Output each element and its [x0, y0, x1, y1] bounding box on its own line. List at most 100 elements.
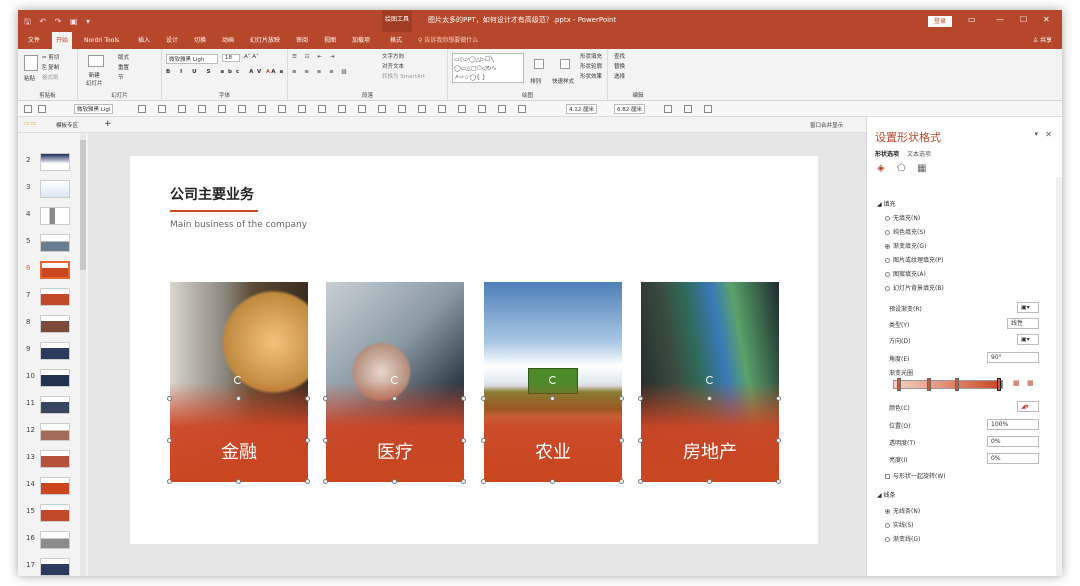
slide-thumb[interactable]: 3	[22, 180, 86, 204]
tab-format[interactable]: 格式	[386, 32, 406, 49]
resize-handle[interactable]	[776, 479, 781, 484]
tab-view[interactable]: 视图	[320, 32, 340, 49]
resize-handle[interactable]	[167, 479, 172, 484]
slide-thumb[interactable]: 7	[22, 288, 86, 312]
ribbon-display-icon[interactable]: ▭	[968, 15, 976, 24]
resize-handle[interactable]	[638, 396, 643, 401]
toolbar-icon[interactable]	[664, 105, 672, 113]
brightness-input[interactable]: 0%	[987, 453, 1039, 464]
slide-thumb[interactable]: 9	[22, 342, 86, 366]
gradient-stops-bar[interactable]	[893, 380, 1003, 389]
shape-fill-button[interactable]: 形状填充	[580, 52, 602, 60]
fill-none-radio[interactable]: 无填充(N)	[885, 213, 920, 222]
resize-handle[interactable]	[323, 438, 328, 443]
resize-handle[interactable]	[167, 396, 172, 401]
quick-styles-icon[interactable]	[560, 59, 570, 69]
resize-handle[interactable]	[305, 479, 310, 484]
resize-handle[interactable]	[550, 479, 555, 484]
slide-thumb[interactable]: 16	[22, 531, 86, 555]
resize-handle[interactable]	[167, 438, 172, 443]
resize-handle[interactable]	[707, 479, 712, 484]
merge-window-button[interactable]: 窗口合并显示	[810, 121, 843, 129]
tab-design[interactable]: 设计	[162, 32, 182, 49]
toolbar-icon[interactable]	[218, 105, 226, 113]
reset-button[interactable]: 重置	[118, 63, 129, 71]
font-name-box[interactable]: 微软雅黑 Ligh	[166, 54, 218, 64]
fill-solid-radio[interactable]: 纯色填充(S)	[885, 227, 926, 236]
resize-handle[interactable]	[619, 396, 624, 401]
smartart-button[interactable]: 转换为 SmartArt	[382, 72, 425, 80]
quick-access-toolbar[interactable]: 🖫 ↶ ↷ ▣ ▾	[24, 16, 93, 30]
new-slide-icon[interactable]	[88, 55, 104, 67]
find-button[interactable]: 查找	[614, 52, 625, 60]
rotate-handle-icon[interactable]	[549, 376, 557, 384]
slide-thumb[interactable]: 2	[22, 153, 86, 177]
maximize-icon[interactable]: ☐	[1020, 15, 1027, 24]
slide-thumb[interactable]: 17	[22, 558, 86, 576]
slide-thumb[interactable]: 5	[22, 234, 86, 258]
toolbar-icon[interactable]	[258, 105, 266, 113]
fill-section-header[interactable]: ◢ 填充	[877, 199, 896, 208]
slide-thumb[interactable]: 15	[22, 504, 86, 528]
toolbar-icon[interactable]	[684, 105, 692, 113]
tab-review[interactable]: 审阅	[292, 32, 312, 49]
resize-handle[interactable]	[392, 479, 397, 484]
toolbar-icon[interactable]	[498, 105, 506, 113]
tab-animations[interactable]: 动画	[218, 32, 238, 49]
tab-home[interactable]: 开始	[52, 32, 73, 49]
tab-file[interactable]: 文件	[24, 32, 44, 49]
resize-handle[interactable]	[461, 396, 466, 401]
format-painter-button[interactable]: 格式刷	[42, 73, 59, 81]
grow-font-icon[interactable]: A˄ A˅	[244, 54, 259, 60]
resize-handle[interactable]	[638, 438, 643, 443]
toolbar-icon[interactable]	[518, 105, 526, 113]
add-stop-icon[interactable]: ▦	[1013, 379, 1020, 387]
gradient-stop-handle[interactable]	[997, 378, 1001, 391]
resize-handle[interactable]	[619, 438, 624, 443]
thumbnail-scroll-thumb[interactable]	[80, 140, 86, 270]
resize-handle[interactable]	[550, 396, 555, 401]
toolbar-icon[interactable]	[378, 105, 386, 113]
resize-handle[interactable]	[323, 396, 328, 401]
size-properties-icon[interactable]: ▦	[917, 163, 926, 174]
line-gradient-radio[interactable]: 渐变线(G)	[885, 534, 920, 543]
toolbar-icon[interactable]	[478, 105, 486, 113]
font-color-icon[interactable]: A	[266, 69, 270, 75]
line-none-radio[interactable]: 无线条(N)	[885, 506, 920, 515]
slide-thumb[interactable]: 13	[22, 450, 86, 474]
resize-handle[interactable]	[236, 479, 241, 484]
resize-handle[interactable]	[481, 438, 486, 443]
text-direction-button[interactable]: 文字方向	[382, 52, 404, 60]
slide-thumb[interactable]: 10	[22, 369, 86, 393]
arrange-button[interactable]: 排列	[530, 77, 541, 85]
toolbar-icon[interactable]	[704, 105, 712, 113]
toolbar-icon[interactable]	[418, 105, 426, 113]
position-input[interactable]: 100%	[987, 419, 1039, 430]
line-section-header[interactable]: ◢ 线条	[877, 490, 896, 499]
pane-close-icon[interactable]: ✕	[1045, 130, 1052, 139]
gradient-stop-handle[interactable]	[955, 378, 959, 391]
toolbar-icon[interactable]	[178, 105, 186, 113]
toolbar-icon[interactable]	[298, 105, 306, 113]
tell-me-search[interactable]: ⚲ 告诉我你想要做什么	[418, 32, 478, 49]
gradient-stop-handle[interactable]	[927, 378, 931, 391]
gradient-stop-handle[interactable]	[897, 378, 901, 391]
rotate-handle-icon[interactable]	[706, 376, 714, 384]
slide-thumb[interactable]: 14	[22, 477, 86, 501]
resize-handle[interactable]	[305, 396, 310, 401]
tab-addins[interactable]: 加载项	[348, 32, 374, 49]
resize-handle[interactable]	[638, 479, 643, 484]
resize-handle[interactable]	[481, 479, 486, 484]
resize-handle[interactable]	[323, 479, 328, 484]
line-solid-radio[interactable]: 实线(S)	[885, 520, 914, 529]
shape-width-box[interactable]: 4.12 厘米	[566, 104, 597, 114]
fill-line-icon[interactable]: ◈	[877, 163, 885, 174]
resize-handle[interactable]	[392, 396, 397, 401]
resize-handle[interactable]	[305, 438, 310, 443]
new-slide-button[interactable]: 新建 幻灯片	[86, 71, 103, 87]
slide-subtitle[interactable]: Main business of the company	[170, 220, 307, 230]
tab-text-options[interactable]: 文本选项	[907, 151, 931, 158]
type-dropdown[interactable]: 线性	[1007, 318, 1039, 329]
toolbar-icon[interactable]	[318, 105, 326, 113]
toolbar-icon[interactable]	[458, 105, 466, 113]
